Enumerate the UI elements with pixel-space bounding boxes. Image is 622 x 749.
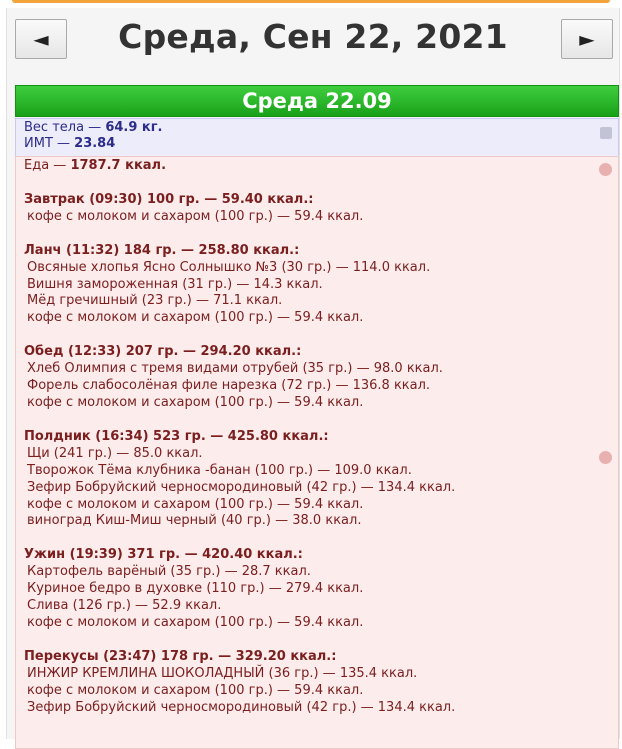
- meal-list: Завтрак (09:30) 100 гр. — 59.40 ккал.: ко…: [24, 192, 610, 717]
- meal-item[interactable]: Слива (126 гр.) — 52.9 ккал.: [24, 598, 610, 615]
- weight-row: Вес тела — 64.9 кг.: [24, 120, 610, 136]
- body-stats-panel: Вес тела — 64.9 кг. ИМТ — 23.84: [15, 118, 619, 157]
- meal-block: Перекусы (23:47) 178 гр. — 329.20 ккал.:…: [24, 649, 610, 717]
- meal-item[interactable]: Хлеб Олимпия с тремя видами отрубей (35 …: [24, 361, 610, 378]
- meal-header[interactable]: Обед (12:33) 207 гр. — 294.20 ккал.:: [24, 344, 610, 361]
- meal-item[interactable]: Картофель варёный (35 гр.) — 28.7 ккал.: [24, 564, 610, 581]
- meal-block: Обед (12:33) 207 гр. — 294.20 ккал.: Хлеб…: [24, 344, 610, 412]
- meal-item[interactable]: Куриное бедро в духовке (110 гр.) — 279.…: [24, 581, 610, 598]
- day-header: Среда 22.09: [15, 85, 619, 117]
- meal-item[interactable]: кофе с молоком и сахаром (100 гр.) — 59.…: [24, 310, 610, 327]
- meal-header[interactable]: Завтрак (09:30) 100 гр. — 59.40 ккал.:: [24, 192, 610, 209]
- apple-icon[interactable]: [599, 451, 612, 464]
- meal-header[interactable]: Ланч (11:32) 184 гр. — 258.80 ккал.:: [24, 243, 610, 260]
- meal-item[interactable]: ИНЖИР КРЕМЛИНА ШОКОЛАДНЫЙ (36 гр.) — 135…: [24, 666, 610, 683]
- meal-item[interactable]: виноград Киш-Миш черный (40 гр.) — 38.0 …: [24, 513, 610, 530]
- meal-item[interactable]: Зефир Бобруйский черносмородиновый (42 г…: [24, 700, 610, 717]
- food-total-value: 1787.7 ккал.: [70, 158, 167, 173]
- bmi-label: ИМТ —: [24, 136, 75, 151]
- diary-page: ◄ Среда, Сен 22, 2021 ► Среда 22.09 Вес …: [6, 8, 620, 749]
- meal-block: Ланч (11:32) 184 гр. — 258.80 ккал.: Овся…: [24, 243, 610, 328]
- meal-item[interactable]: Вишня замороженная (31 гр.) — 14.3 ккал.: [24, 277, 610, 294]
- date-navigation: ◄ Среда, Сен 22, 2021 ►: [7, 8, 619, 78]
- bmi-row: ИМТ — 23.84: [24, 136, 610, 152]
- apple-icon[interactable]: [599, 163, 612, 176]
- meal-header[interactable]: Ужин (19:39) 371 гр. — 420.40 ккал.:: [24, 547, 610, 564]
- meal-item[interactable]: Мёд гречишный (23 гр.) — 71.1 ккал.: [24, 293, 610, 310]
- next-day-button[interactable]: ►: [561, 19, 613, 59]
- food-panel: Еда — 1787.7 ккал. Завтрак (09:30) 100 г…: [15, 156, 619, 749]
- meal-block: Полдник (16:34) 523 гр. — 425.80 ккал.: Щ…: [24, 429, 610, 530]
- top-accent-bar: [12, 0, 610, 3]
- meal-item[interactable]: Творожок Тёма клубника -банан (100 гр.) …: [24, 463, 610, 480]
- meal-block: Завтрак (09:30) 100 гр. — 59.40 ккал.: ко…: [24, 192, 610, 226]
- previous-day-button[interactable]: ◄: [15, 19, 67, 59]
- meal-item[interactable]: кофе с молоком и сахаром (100 гр.) — 59.…: [24, 683, 610, 700]
- weight-value: 64.9 кг.: [105, 120, 163, 135]
- meal-item[interactable]: Зефир Бобруйский черносмородиновый (42 г…: [24, 480, 610, 497]
- weight-label: Вес тела —: [24, 120, 106, 135]
- meal-header[interactable]: Перекусы (23:47) 178 гр. — 329.20 ккал.:: [24, 649, 610, 666]
- food-total-label: Еда —: [24, 158, 71, 173]
- meal-item[interactable]: Овсяные хлопья Ясно Солнышко №3 (30 гр.)…: [24, 260, 610, 277]
- meal-item[interactable]: Щи (241 гр.) — 85.0 ккал.: [24, 446, 610, 463]
- meal-header[interactable]: Полдник (16:34) 523 гр. — 425.80 ккал.:: [24, 429, 610, 446]
- scale-icon[interactable]: [600, 127, 612, 139]
- meal-item[interactable]: Форель слабосолёная филе нарезка (72 гр.…: [24, 378, 610, 395]
- food-total-row: Еда — 1787.7 ккал.: [24, 158, 610, 175]
- meal-item[interactable]: кофе с молоком и сахаром (100 гр.) — 59.…: [24, 395, 610, 412]
- meal-item[interactable]: кофе с молоком и сахаром (100 гр.) — 59.…: [24, 615, 610, 632]
- bmi-value: 23.84: [74, 136, 116, 151]
- date-title: Среда, Сен 22, 2021: [118, 17, 508, 56]
- meal-item[interactable]: кофе с молоком и сахаром (100 гр.) — 59.…: [24, 497, 610, 514]
- meal-block: Ужин (19:39) 371 гр. — 420.40 ккал.: Карт…: [24, 547, 610, 632]
- meal-item[interactable]: кофе с молоком и сахаром (100 гр.) — 59.…: [24, 209, 610, 226]
